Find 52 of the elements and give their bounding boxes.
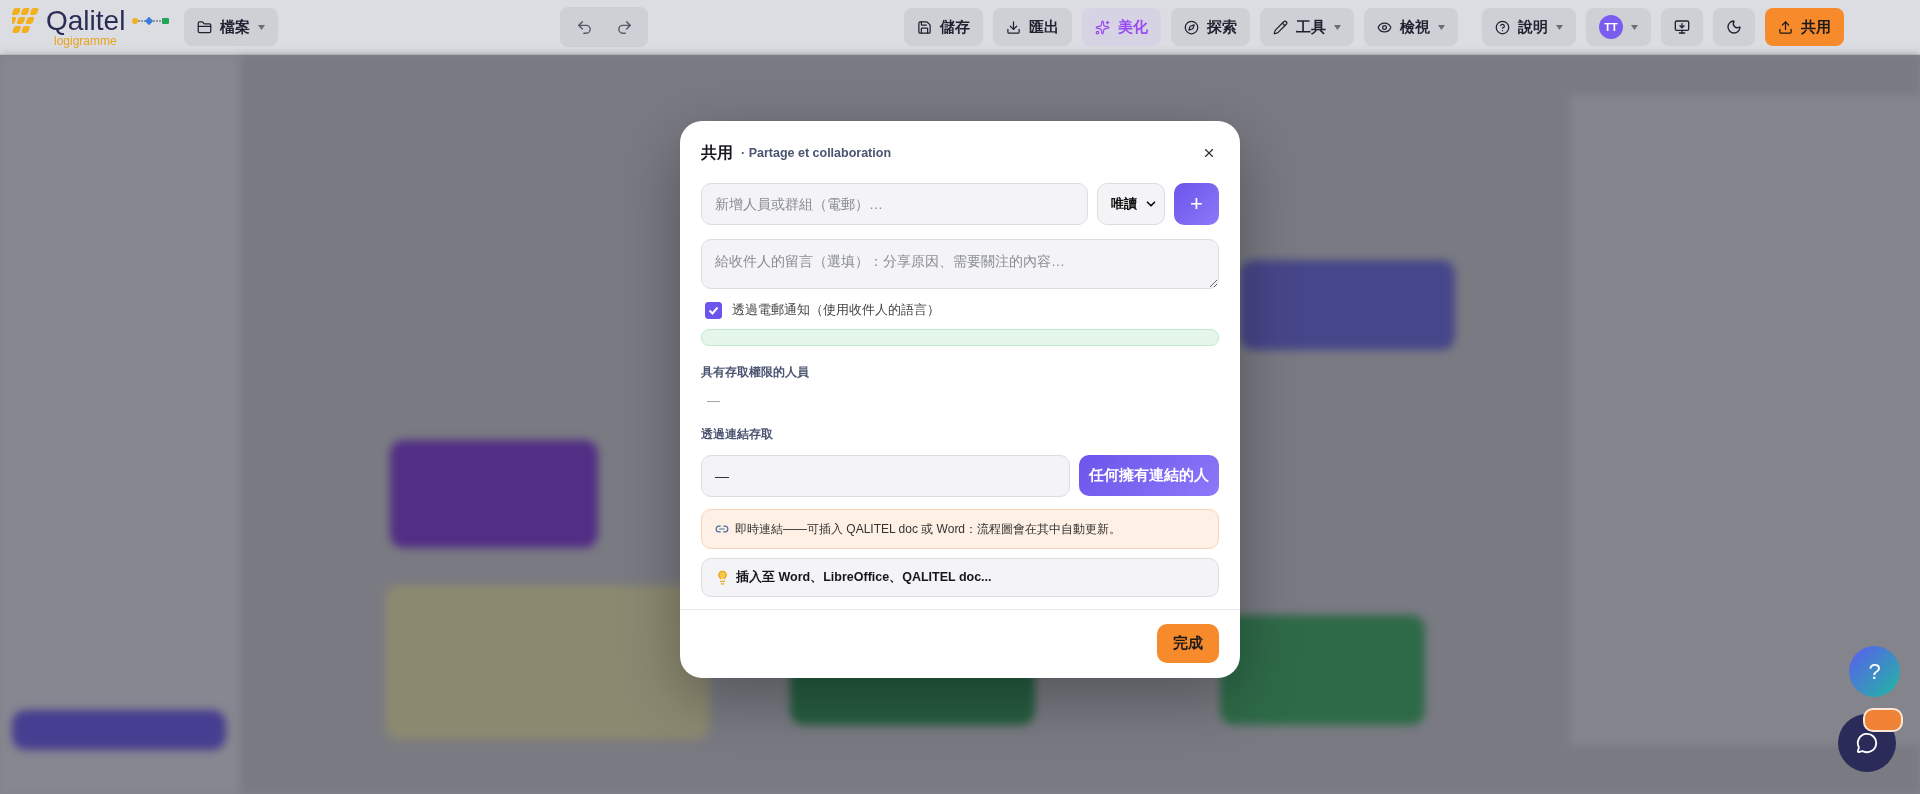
help-menu[interactable]: 說明: [1482, 8, 1576, 46]
section-heading: 具有存取權限的人員: [701, 364, 810, 381]
dialog-subtitle: · Partage et collaboration: [741, 146, 893, 160]
notice-text: 即時連結——可插入 QALITEL doc 或 Word：流程圖會在其中自動更新。: [735, 520, 1122, 538]
monitor-icon: [1674, 19, 1690, 35]
link-field[interactable]: —: [701, 455, 1070, 497]
folder-icon: [197, 19, 212, 35]
user-menu[interactable]: TT: [1586, 8, 1651, 46]
people-empty-text: —: [706, 393, 721, 408]
logo-icon: [12, 8, 40, 34]
dialog-title: 共用: [701, 142, 733, 163]
message-field[interactable]: 給收件人的留言（選填）：分享原因、需要關注的內容…: [701, 239, 1219, 289]
logo-name: Qalitel: [46, 7, 126, 35]
toolbar-button[interactable]: 儲存: [904, 8, 983, 46]
download-icon: [1006, 19, 1021, 35]
notify-label: 透過電郵通知（使用收件人的語言）: [732, 301, 940, 319]
eye-icon: [1377, 19, 1392, 35]
undo-icon: [575, 18, 593, 36]
toolbar-button[interactable]: 匯出: [993, 8, 1072, 46]
compass-icon: [1184, 19, 1199, 35]
tip-text: 插入至 Word、LibreOffice、QALITEL doc...: [736, 569, 992, 586]
sparkle-icon: [1095, 19, 1110, 35]
check-icon: [708, 304, 719, 316]
link-access-button[interactable]: 任何擁有連結的人: [1079, 455, 1219, 496]
logo-tagline: logigramme: [54, 35, 117, 47]
user-avatar: TT: [1599, 15, 1623, 39]
upload-icon: [1778, 19, 1793, 35]
redo-icon: [615, 18, 633, 36]
add-button[interactable]: +: [1174, 183, 1219, 225]
toolbar-button[interactable]: 檢視: [1364, 8, 1458, 46]
chat-icon: [1856, 732, 1878, 754]
dark-mode-button[interactable]: [1713, 8, 1755, 46]
moon-icon: [1726, 19, 1742, 35]
close-icon: [1202, 146, 1216, 160]
invite-input-field[interactable]: 新增人員或群組（電郵）…: [701, 183, 1088, 225]
pencil-icon: [1273, 19, 1288, 35]
toolbar-button[interactable]: 探索: [1171, 8, 1250, 46]
file-menu[interactable]: 檔案: [184, 8, 278, 46]
toolbar-button[interactable]: 工具: [1260, 8, 1354, 46]
save-icon: [917, 19, 932, 35]
help-icon: [1495, 19, 1510, 35]
flow-icon: [131, 17, 170, 25]
section-heading: 透過連結存取: [701, 426, 774, 443]
present-button[interactable]: [1661, 8, 1703, 46]
share-button[interactable]: 共用: [1765, 8, 1844, 46]
role-select[interactable]: 唯讀: [1097, 183, 1165, 225]
notify-checkbox[interactable]: [705, 301, 722, 319]
notification-badge: [1863, 708, 1903, 732]
insert-tip[interactable]: 插入至 Word、LibreOffice、QALITEL doc...: [701, 558, 1219, 597]
link-icon: [715, 522, 729, 536]
lightbulb-icon: [715, 570, 730, 585]
done-button[interactable]: 完成: [1157, 624, 1219, 663]
